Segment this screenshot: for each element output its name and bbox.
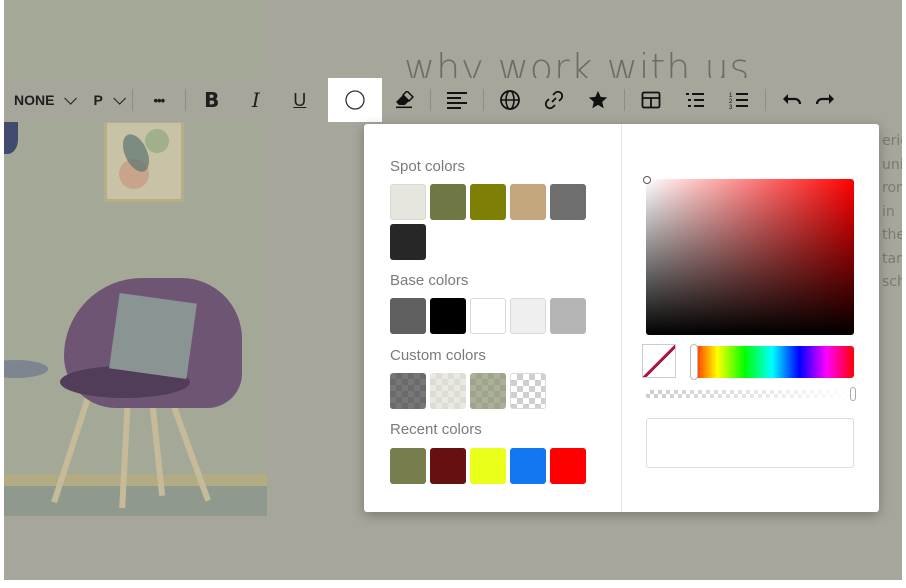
toolbar-divider: [429, 89, 431, 111]
recent-colors-title: Recent colors: [390, 421, 482, 438]
table-button[interactable]: [629, 78, 673, 122]
base-color-swatch[interactable]: [510, 298, 546, 334]
recent-color-swatch[interactable]: [550, 448, 586, 484]
toolbar-divider: [623, 89, 625, 111]
spot-colors-title: Spot colors: [390, 158, 466, 175]
more-icon: •••: [153, 92, 165, 108]
underline-icon: U: [293, 89, 307, 110]
base-color-swatch[interactable]: [390, 298, 426, 334]
color-circle-icon: [345, 90, 365, 110]
block-style-label: NONE: [14, 92, 55, 108]
more-button[interactable]: •••: [137, 78, 181, 122]
text-color-button[interactable]: [327, 78, 382, 122]
spot-color-swatch[interactable]: [390, 184, 426, 220]
opacity-handle[interactable]: [850, 387, 856, 401]
custom-color-swatch[interactable]: [390, 373, 426, 409]
custom-color-swatch[interactable]: [470, 373, 506, 409]
spot-color-swatch[interactable]: [470, 184, 506, 220]
custom-color-swatch[interactable]: [510, 373, 546, 409]
spot-color-swatch[interactable]: [390, 224, 426, 260]
spot-color-swatch[interactable]: [510, 184, 546, 220]
custom-color-swatch[interactable]: [430, 373, 466, 409]
custom-colors-title: Custom colors: [390, 347, 486, 364]
body-text-fragment: erie unic rom in the tan sch: [882, 133, 902, 290]
saturation-handle[interactable]: [643, 176, 651, 184]
recent-color-swatch[interactable]: [510, 448, 546, 484]
link-icon: [544, 90, 563, 110]
base-color-swatch[interactable]: [470, 298, 506, 334]
toolbar-divider: [184, 89, 186, 111]
language-button[interactable]: [488, 78, 532, 122]
wall-picture-illustration: [104, 120, 184, 202]
undo-button[interactable]: [770, 78, 814, 122]
base-color-swatch[interactable]: [550, 298, 586, 334]
numbered-list-button[interactable]: 123: [717, 78, 761, 122]
side-table-illustration: [4, 360, 48, 378]
align-button[interactable]: [435, 78, 479, 122]
bold-icon: B: [204, 88, 220, 112]
popover-divider: [621, 124, 622, 512]
eraser-icon: [395, 91, 414, 109]
color-picker-popover: Spot colors Base colors Custom colors Re…: [364, 124, 879, 512]
globe-icon: [499, 90, 520, 110]
chevron-down-icon: [113, 91, 126, 105]
underline-button[interactable]: U: [278, 78, 322, 122]
align-left-icon: [446, 92, 467, 109]
base-color-swatch[interactable]: [430, 298, 466, 334]
recent-color-swatch[interactable]: [390, 448, 426, 484]
toolbar-divider: [764, 89, 766, 111]
bullet-list-icon: [685, 93, 704, 107]
redo-button[interactable]: [814, 78, 838, 122]
plant-pot-illustration: [4, 118, 18, 154]
no-color-swatch[interactable]: [642, 344, 676, 378]
recent-color-swatch[interactable]: [470, 448, 506, 484]
hue-handle[interactable]: [690, 344, 698, 380]
bold-button[interactable]: B: [190, 78, 234, 122]
spot-color-swatch[interactable]: [430, 184, 466, 220]
pillow-illustration: [109, 292, 197, 380]
text-toolbar: NONE P ••• B I U 123: [4, 78, 902, 122]
table-icon: [641, 91, 661, 109]
hex-color-input[interactable]: [646, 418, 854, 468]
favorite-button[interactable]: [576, 78, 620, 122]
paragraph-label: P: [93, 92, 103, 108]
toolbar-divider: [131, 89, 133, 111]
hue-slider[interactable]: [690, 344, 854, 380]
numbered-list-icon: 123: [729, 93, 748, 109]
base-colors-title: Base colors: [390, 272, 469, 289]
clear-format-button[interactable]: [382, 78, 426, 122]
chevron-down-icon: [64, 91, 78, 105]
undo-icon: [782, 94, 801, 105]
recent-color-swatch[interactable]: [430, 448, 466, 484]
spot-color-swatch[interactable]: [550, 184, 586, 220]
toolbar-divider: [482, 89, 484, 111]
saturation-brightness-picker[interactable]: [643, 176, 854, 335]
link-button[interactable]: [532, 78, 576, 122]
redo-icon: [815, 94, 834, 105]
opacity-slider[interactable]: [646, 387, 856, 401]
svg-text:3: 3: [729, 105, 733, 109]
star-icon: [588, 90, 607, 109]
italic-button[interactable]: I: [234, 78, 278, 122]
page-margin: [0, 580, 906, 588]
block-style-dropdown[interactable]: NONE: [4, 78, 79, 122]
italic-icon: I: [251, 88, 260, 112]
paragraph-dropdown[interactable]: P: [79, 78, 127, 122]
bullet-list-button[interactable]: [673, 78, 717, 122]
